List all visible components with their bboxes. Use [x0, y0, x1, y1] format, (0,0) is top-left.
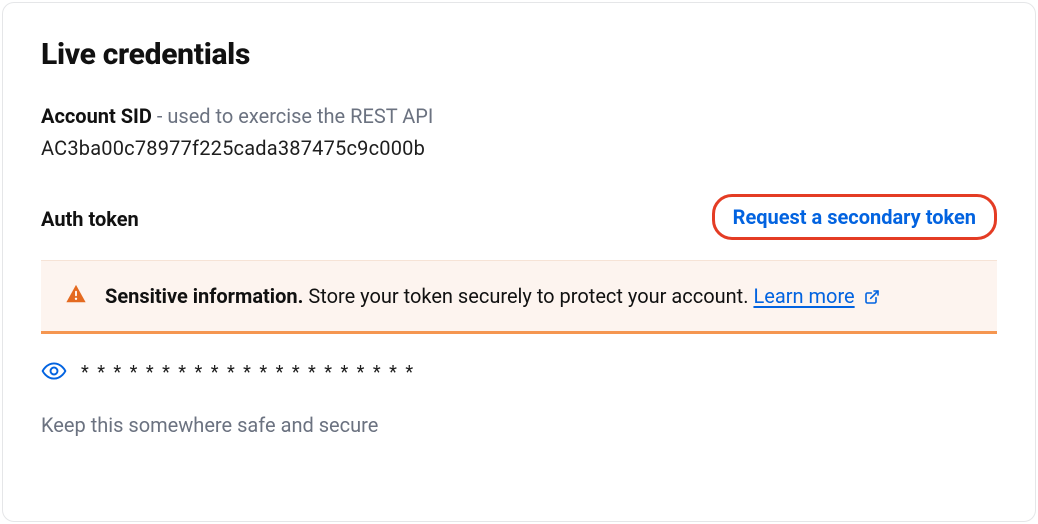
account-sid-label: Account SID: [41, 104, 152, 128]
auth-token-masked-value: * * * * * * * * * * * * * * * * * * * * …: [81, 362, 415, 383]
account-sid-value: AC3ba00c78977f225cada387475c9c000b: [41, 136, 997, 160]
sensitive-info-alert: Sensitive information. Store your token …: [41, 260, 997, 334]
account-sid-row: Account SID - used to exercise the REST …: [41, 102, 997, 130]
auth-token-header: Auth token Request a secondary token: [41, 196, 997, 242]
alert-body-text: Store your token securely to protect you…: [303, 284, 753, 308]
learn-more-link[interactable]: Learn more: [753, 284, 854, 308]
live-credentials-card: Live credentials Account SID - used to e…: [2, 2, 1036, 522]
account-sid-description: used to exercise the REST API: [167, 104, 433, 128]
auth-token-footer-note: Keep this somewhere safe and secure: [41, 413, 997, 437]
warning-icon: [65, 283, 87, 309]
external-link-icon: [864, 283, 880, 313]
auth-token-value-row: * * * * * * * * * * * * * * * * * * * * …: [41, 358, 997, 387]
auth-token-label: Auth token: [41, 207, 139, 231]
request-secondary-token-link[interactable]: Request a secondary token: [712, 194, 997, 240]
reveal-token-button[interactable]: [41, 358, 67, 387]
account-sid-separator: -: [152, 104, 167, 128]
alert-text: Sensitive information. Store your token …: [105, 281, 880, 313]
eye-icon: [41, 358, 67, 387]
alert-strong-text: Sensitive information.: [105, 284, 303, 308]
page-title: Live credentials: [41, 37, 997, 72]
